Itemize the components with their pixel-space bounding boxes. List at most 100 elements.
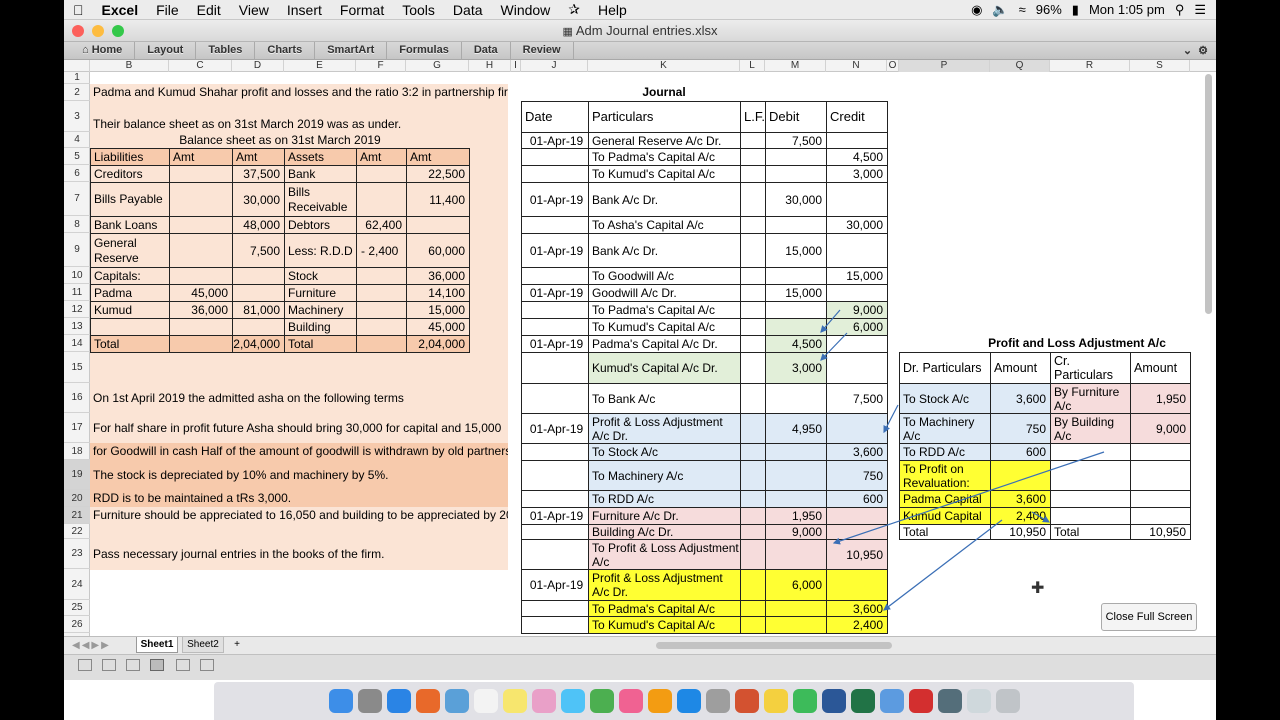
column-header-m[interactable]: M <box>765 60 826 72</box>
menu-view[interactable]: View <box>230 2 278 18</box>
column-header-r[interactable]: R <box>1050 60 1130 72</box>
column-header-f[interactable]: F <box>356 60 406 72</box>
menu-window[interactable]: Window <box>492 2 560 18</box>
row-header-26[interactable]: 26 <box>64 616 90 633</box>
column-header-g[interactable]: G <box>406 60 469 72</box>
record-icon[interactable]: ◉ <box>971 2 982 18</box>
menu-help[interactable]: Help <box>589 2 636 18</box>
column-header-j[interactable]: J <box>521 60 588 72</box>
notification-list-icon[interactable]: ☰ <box>1194 2 1206 18</box>
row-header-1[interactable]: 1 <box>64 72 90 84</box>
dock-facetime-icon[interactable] <box>589 689 614 713</box>
menu-insert[interactable]: Insert <box>278 2 331 18</box>
column-header-n[interactable]: N <box>826 60 887 72</box>
column-header-c[interactable]: C <box>169 60 232 72</box>
row-header-18[interactable]: 18 <box>64 443 90 460</box>
menu-data[interactable]: Data <box>444 2 492 18</box>
preview-view-icon[interactable] <box>200 659 214 671</box>
menu-app[interactable]: Excel <box>93 2 148 18</box>
dock-app-store-icon[interactable] <box>676 689 701 713</box>
dock-trash-icon[interactable] <box>995 689 1020 713</box>
column-header-s[interactable]: S <box>1130 60 1190 72</box>
tab-smartart[interactable]: SmartArt <box>315 41 388 60</box>
dock-outlook-icon[interactable] <box>763 689 788 713</box>
ribbon-collapse-icon[interactable]: ⌄ <box>1183 44 1198 57</box>
dock-preview-icon[interactable] <box>444 689 469 713</box>
menu-edit[interactable]: Edit <box>188 2 230 18</box>
dock-firefox-icon[interactable] <box>415 689 440 713</box>
dock-excel-icon[interactable] <box>850 689 875 713</box>
dock-ibooks-icon[interactable] <box>647 689 672 713</box>
row-header-9[interactable]: 9 <box>64 233 90 267</box>
script-icon[interactable]: ✰ <box>559 1 589 18</box>
page-break-view-icon[interactable] <box>126 659 140 671</box>
row-header-21[interactable]: 21 <box>64 507 90 524</box>
dock-calendar-icon[interactable] <box>473 689 498 713</box>
sheet-nav-icon[interactable]: ◀◀▶▶ <box>72 640 111 651</box>
tab-formulas[interactable]: Formulas <box>387 41 462 60</box>
clock[interactable]: Mon 1:05 pm <box>1089 2 1165 17</box>
dock-documents-icon[interactable] <box>966 689 991 713</box>
row-header-5[interactable]: 5 <box>64 148 90 165</box>
grid-view-icon[interactable] <box>150 659 164 671</box>
dock-messages-icon[interactable] <box>560 689 585 713</box>
dock-chrome-icon[interactable] <box>792 689 817 713</box>
column-header-k[interactable]: K <box>588 60 740 72</box>
menu-file[interactable]: File <box>147 2 188 18</box>
gear-icon[interactable]: ⚙ <box>1198 44 1216 57</box>
tab-layout[interactable]: Layout <box>135 41 197 60</box>
tab-charts[interactable]: Charts <box>255 41 316 60</box>
row-header-13[interactable]: 13 <box>64 318 90 335</box>
column-header-e[interactable]: E <box>284 60 356 72</box>
dock-powerpoint-icon[interactable] <box>734 689 759 713</box>
row-header-19[interactable]: 19 <box>64 460 90 490</box>
column-header-p[interactable]: P <box>899 60 990 72</box>
sheet-tab-sheet2[interactable]: Sheet2 <box>182 637 224 653</box>
tab-home[interactable]: ⌂ Home <box>64 41 136 60</box>
column-header-h[interactable]: H <box>469 60 511 72</box>
row-header-2[interactable]: 2 <box>64 84 90 101</box>
dock-safari-icon[interactable] <box>386 689 411 713</box>
row-header-3[interactable]: 3 <box>64 101 90 132</box>
row-header-22[interactable]: 22 <box>64 524 90 539</box>
row-header-6[interactable]: 6 <box>64 165 90 182</box>
row-header-24[interactable]: 24 <box>64 569 90 600</box>
normal-view-icon[interactable] <box>78 659 92 671</box>
row-header-4[interactable]: 4 <box>64 132 90 148</box>
dock-word-icon[interactable] <box>821 689 846 713</box>
spotlight-icon[interactable]: ⚲ <box>1175 2 1185 18</box>
select-all-corner[interactable] <box>64 60 90 72</box>
row-header-12[interactable]: 12 <box>64 301 90 318</box>
volume-icon[interactable]: 🔈 <box>992 2 1008 18</box>
row-header-10[interactable]: 10 <box>64 267 90 284</box>
row-header-14[interactable]: 14 <box>64 335 90 352</box>
dock-quicktime-icon[interactable] <box>937 689 962 713</box>
column-header-l[interactable]: L <box>740 60 765 72</box>
apple-icon[interactable]:  <box>64 2 93 18</box>
dock-network-icon[interactable] <box>879 689 904 713</box>
dock-notes-icon[interactable] <box>502 689 527 713</box>
close-full-screen-button[interactable]: Close Full Screen <box>1101 603 1197 631</box>
dock-launchpad-icon[interactable] <box>357 689 382 713</box>
page-layout-view-icon[interactable] <box>102 659 116 671</box>
column-header-q[interactable]: Q <box>990 60 1050 72</box>
dock-system-preferences-icon[interactable] <box>705 689 730 713</box>
row-header-25[interactable]: 25 <box>64 600 90 616</box>
battery-icon[interactable]: ▮ <box>1072 2 1079 18</box>
menu-format[interactable]: Format <box>331 2 393 18</box>
row-header-11[interactable]: 11 <box>64 284 90 301</box>
row-header-23[interactable]: 23 <box>64 539 90 569</box>
row-header-7[interactable]: 7 <box>64 182 90 216</box>
row-header-8[interactable]: 8 <box>64 216 90 233</box>
dock-photos-icon[interactable] <box>531 689 556 713</box>
row-header-15[interactable]: 15 <box>64 352 90 383</box>
dock-finder-icon[interactable] <box>328 689 353 713</box>
dock-acrobat-icon[interactable] <box>908 689 933 713</box>
vertical-scrollbar[interactable] <box>1205 74 1212 314</box>
column-header-b[interactable]: B <box>90 60 169 72</box>
menu-tools[interactable]: Tools <box>393 2 444 18</box>
row-header-16[interactable]: 16 <box>64 383 90 413</box>
row-header-20[interactable]: 20 <box>64 490 90 507</box>
add-sheet-button[interactable]: + <box>229 637 245 653</box>
column-header-o[interactable]: O <box>887 60 899 72</box>
